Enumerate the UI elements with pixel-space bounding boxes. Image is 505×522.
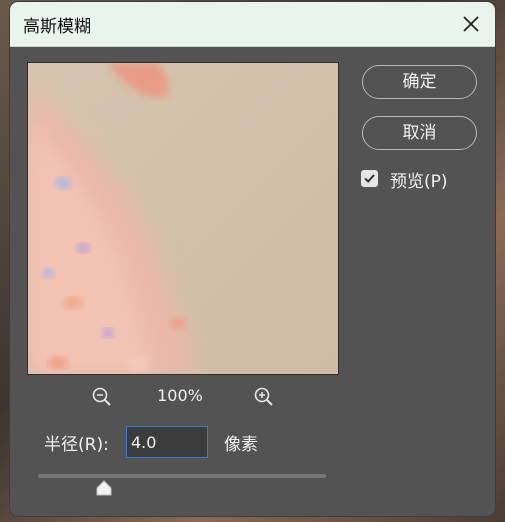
radius-slider-track[interactable] — [38, 474, 326, 478]
zoom-in-icon — [253, 386, 275, 408]
blur-preview-image[interactable] — [27, 62, 339, 375]
cancel-button[interactable]: 取消 — [362, 116, 477, 150]
close-icon — [459, 12, 483, 36]
gaussian-blur-dialog: 高斯模糊 确定 取消 预览(P) 100% 半径(R): 4.0 像素 — [10, 2, 495, 516]
radius-unit-label: 像素 — [224, 435, 258, 455]
zoom-level: 100% — [157, 386, 203, 405]
zoom-out-button[interactable] — [91, 386, 113, 408]
zoom-out-icon — [91, 386, 113, 408]
title-bar[interactable]: 高斯模糊 — [10, 2, 495, 47]
zoom-in-button[interactable] — [253, 386, 275, 408]
checkmark-icon — [361, 170, 378, 187]
radius-slider-thumb[interactable] — [95, 480, 113, 496]
checkbox-box[interactable] — [361, 170, 378, 187]
ok-button[interactable]: 确定 — [362, 65, 477, 99]
slider-thumb-icon — [95, 480, 113, 496]
preview-checkbox-label: 预览(P) — [390, 172, 448, 192]
radius-input[interactable] — [126, 426, 208, 458]
close-button[interactable] — [459, 12, 483, 36]
dialog-title: 高斯模糊 — [23, 17, 91, 37]
radius-label: 半径(R): — [44, 435, 109, 455]
